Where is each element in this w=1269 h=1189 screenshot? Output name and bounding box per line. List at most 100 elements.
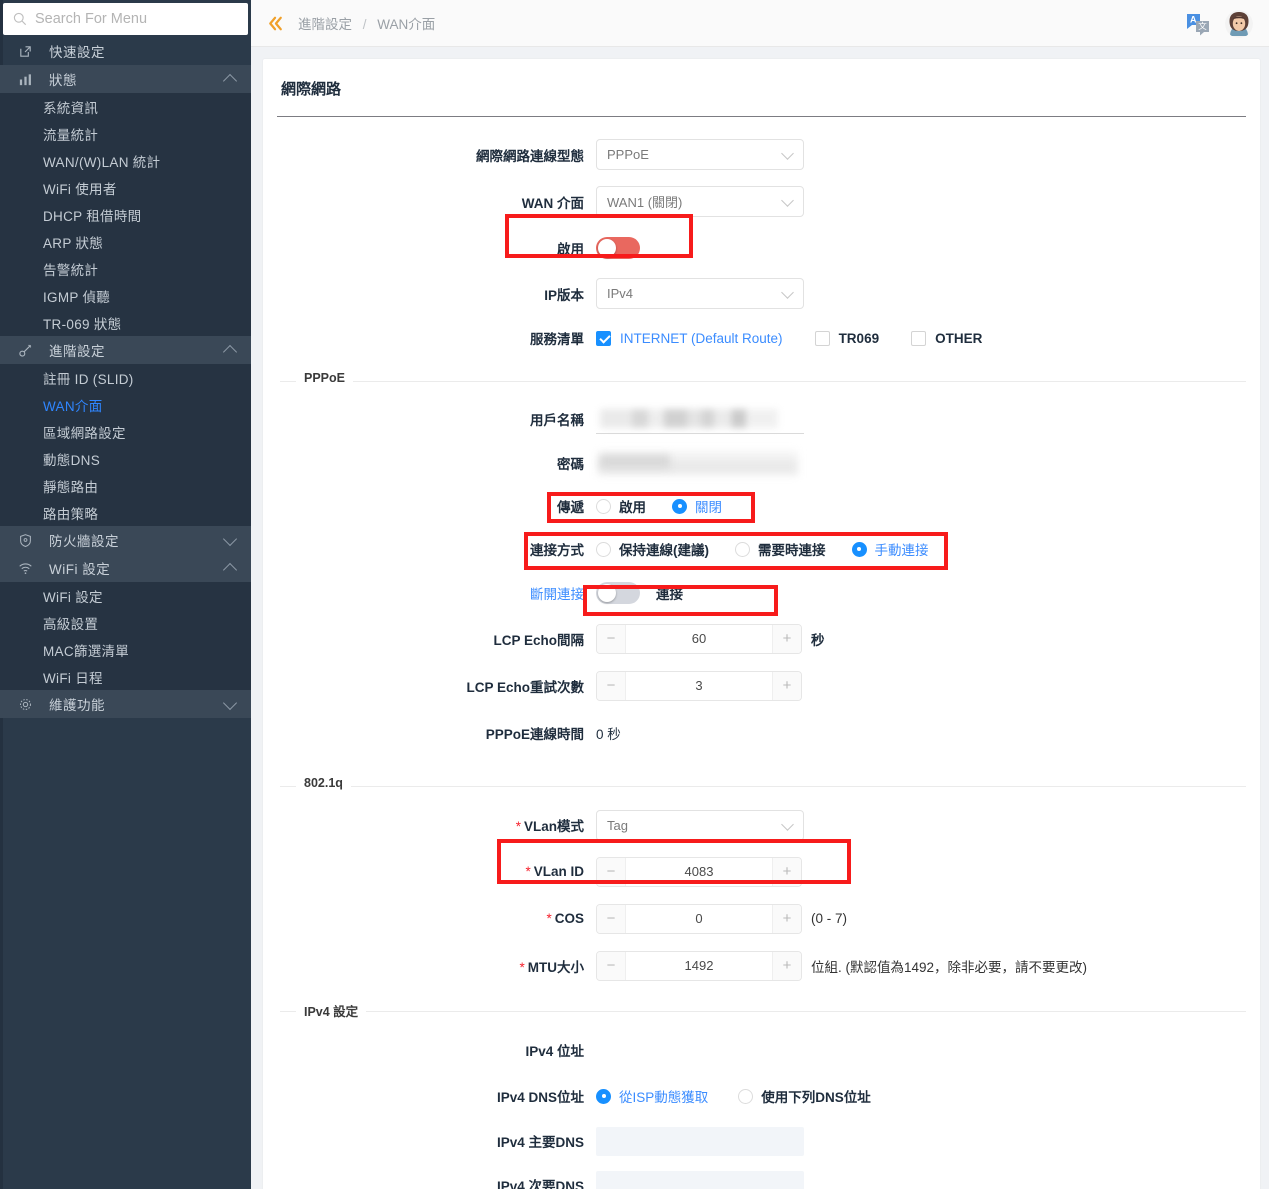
vlan-id-minus-button[interactable]: −: [597, 858, 626, 886]
connection-toggle[interactable]: [596, 582, 640, 604]
relay-radio-disable[interactable]: [672, 499, 687, 514]
connection-type-select[interactable]: PPPoE: [596, 139, 804, 170]
sidebar-item-alarm-stats[interactable]: 告警統計: [0, 255, 251, 282]
sidebar-item-quick-setup[interactable]: 快速設定: [0, 37, 251, 65]
breadcrumb: 進階設定 / WAN介面: [298, 13, 435, 33]
breadcrumb-parent[interactable]: 進階設定: [298, 17, 352, 32]
sidebar-item-wan-interface[interactable]: WAN介面: [0, 391, 251, 418]
sidebar-item-system-info[interactable]: 系統資訊: [0, 93, 251, 120]
sidebar-item-dhcp-lease[interactable]: DHCP 租借時間: [0, 201, 251, 228]
cos-value[interactable]: 0: [626, 911, 772, 926]
vlan-id-value[interactable]: 4083: [626, 864, 772, 879]
sidebar-item-static-route[interactable]: 靜態路由: [0, 472, 251, 499]
chevron-up-icon: [223, 562, 237, 576]
vlan-id-stepper[interactable]: − 4083 +: [596, 857, 802, 887]
sidebar-item-wifi-users[interactable]: WiFi 使用者: [0, 174, 251, 201]
row-connection-type: 網際網路連線型態 PPPoE: [263, 131, 1260, 178]
label-ip-version: IP版本: [263, 284, 596, 304]
cos-plus-button[interactable]: +: [772, 905, 801, 933]
chevron-down-icon: [781, 818, 794, 831]
dns-label-manual: 使用下列DNS位址: [761, 1086, 871, 1106]
sidebar-group-wifi[interactable]: WiFi 設定: [0, 554, 251, 582]
sidebar-item-tr069-status[interactable]: TR-069 狀態: [0, 309, 251, 336]
row-pppoe-uptime: PPPoE連線時間 0 秒: [263, 709, 1260, 756]
sidebar-item-wifi-advanced[interactable]: 高級設置: [0, 609, 251, 636]
mtu-stepper[interactable]: − 1492 +: [596, 951, 802, 981]
search-box[interactable]: [3, 3, 248, 35]
main-area: 進階設定 / WAN介面 A 文: [251, 0, 1269, 1189]
label-vlan-id: *VLan ID: [263, 864, 596, 879]
user-avatar[interactable]: [1225, 10, 1253, 38]
legend-pppoe-text: PPPoE: [296, 371, 353, 385]
translate-icon[interactable]: A 文: [1185, 11, 1211, 37]
row-secondary-dns: IPv4 次要DNS: [263, 1163, 1260, 1189]
sidebar-item-wifi-settings[interactable]: WiFi 設定: [0, 582, 251, 609]
lcp-retry-minus-button[interactable]: −: [597, 672, 626, 700]
username-input[interactable]: [596, 405, 804, 434]
required-marker: *: [516, 819, 521, 834]
sidebar-group-advanced[interactable]: 進階設定: [0, 336, 251, 364]
sidebar-item-wan-wlan-stats[interactable]: WAN/(W)LAN 統計: [0, 147, 251, 174]
sidebar-group-firewall[interactable]: 防火牆設定: [0, 526, 251, 554]
lcp-interval-plus-button[interactable]: +: [772, 625, 801, 653]
label-cos: *COS: [263, 911, 596, 926]
connmode-radio-manual[interactable]: [852, 542, 867, 557]
sidebar-item-ddns[interactable]: 動態DNS: [0, 445, 251, 472]
lcp-interval-stepper[interactable]: − 60 +: [596, 624, 802, 654]
dns-radio-auto[interactable]: [596, 1089, 611, 1104]
row-vlan-id: *VLan ID − 4083 +: [263, 848, 1260, 895]
row-password: 密碼: [263, 441, 1260, 485]
service-label-other: OTHER: [935, 331, 982, 346]
mtu-minus-button[interactable]: −: [597, 952, 626, 980]
ip-version-select[interactable]: IPv4: [596, 278, 804, 309]
sidebar: 快速設定 狀態 系統資訊 流量統計 WAN/(W)LAN 統計 WiFi 使用者…: [0, 0, 251, 1189]
cos-minus-button[interactable]: −: [597, 905, 626, 933]
vlan-id-plus-button[interactable]: +: [772, 858, 801, 886]
sidebar-item-mac-filter[interactable]: MAC篩選清單: [0, 636, 251, 663]
sidebar-group-status[interactable]: 狀態: [0, 65, 251, 93]
sidebar-item-slid[interactable]: 註冊 ID (SLID): [0, 364, 251, 391]
primary-dns-input[interactable]: [596, 1127, 804, 1156]
sidebar-item-lan-settings[interactable]: 區域網路設定: [0, 418, 251, 445]
secondary-dns-input[interactable]: [596, 1171, 804, 1189]
sidebar-item-wifi-schedule[interactable]: WiFi 日程: [0, 663, 251, 690]
service-checkbox-internet[interactable]: [596, 331, 611, 346]
connmode-label-ondemand: 需要時連接: [758, 539, 826, 559]
chevron-down-icon: [781, 147, 794, 160]
toggle-knob: [598, 239, 616, 257]
sidebar-item-route-policy[interactable]: 路由策略: [0, 499, 251, 526]
service-checkbox-tr069[interactable]: [815, 331, 830, 346]
sidebar-nav: 快速設定 狀態 系統資訊 流量統計 WAN/(W)LAN 統計 WiFi 使用者…: [0, 37, 251, 718]
lcp-retry-value[interactable]: 3: [626, 678, 772, 693]
service-label-internet: INTERNET (Default Route): [620, 331, 783, 346]
lcp-retry-stepper[interactable]: − 3 +: [596, 671, 802, 701]
gear-icon: [17, 696, 33, 712]
password-input[interactable]: [596, 449, 804, 478]
search-input[interactable]: [35, 11, 238, 27]
lcp-retry-plus-button[interactable]: +: [772, 672, 801, 700]
collapse-sidebar-button[interactable]: [264, 12, 286, 34]
required-marker: *: [519, 960, 524, 975]
row-enable: 啟用: [263, 225, 1260, 270]
dns-radio-manual[interactable]: [738, 1089, 753, 1104]
lcp-interval-value[interactable]: 60: [626, 631, 772, 646]
connmode-radio-ondemand[interactable]: [735, 542, 750, 557]
sidebar-item-traffic-stats[interactable]: 流量統計: [0, 120, 251, 147]
sidebar-item-arp-status[interactable]: ARP 狀態: [0, 228, 251, 255]
enable-toggle[interactable]: [596, 237, 640, 259]
relay-radio-enable[interactable]: [596, 499, 611, 514]
connmode-radio-keepalive[interactable]: [596, 542, 611, 557]
service-checkbox-other[interactable]: [911, 331, 926, 346]
mtu-value[interactable]: 1492: [626, 958, 772, 973]
wan-interface-select[interactable]: WAN1 (關閉): [596, 186, 804, 217]
pppoe-uptime-value: 0 秒: [596, 723, 621, 743]
cos-stepper[interactable]: − 0 +: [596, 904, 802, 934]
row-cos: *COS − 0 + (0 - 7): [263, 895, 1260, 942]
label-password: 密碼: [263, 453, 596, 473]
sidebar-item-igmp-snooping[interactable]: IGMP 偵聽: [0, 282, 251, 309]
row-wan-interface: WAN 介面 WAN1 (關閉): [263, 178, 1260, 225]
vlan-mode-select[interactable]: Tag: [596, 810, 804, 841]
lcp-interval-minus-button[interactable]: −: [597, 625, 626, 653]
sidebar-group-maintenance[interactable]: 維護功能: [0, 690, 251, 718]
mtu-plus-button[interactable]: +: [772, 952, 801, 980]
